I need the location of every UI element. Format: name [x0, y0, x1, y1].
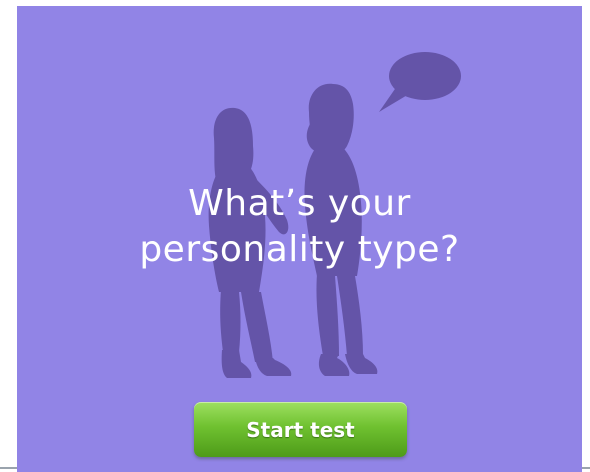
left-divider: [0, 467, 17, 469]
personality-test-banner: What’s your personality type? Start test: [17, 6, 582, 472]
headline: What’s your personality type?: [17, 181, 582, 273]
headline-line-1: What’s your: [188, 183, 411, 224]
page: What’s your personality type? Start test: [0, 0, 590, 472]
headline-line-2: personality type?: [139, 229, 460, 270]
speech-bubble-icon: [379, 52, 461, 112]
start-test-button[interactable]: Start test: [194, 402, 407, 457]
right-divider: [582, 467, 590, 469]
